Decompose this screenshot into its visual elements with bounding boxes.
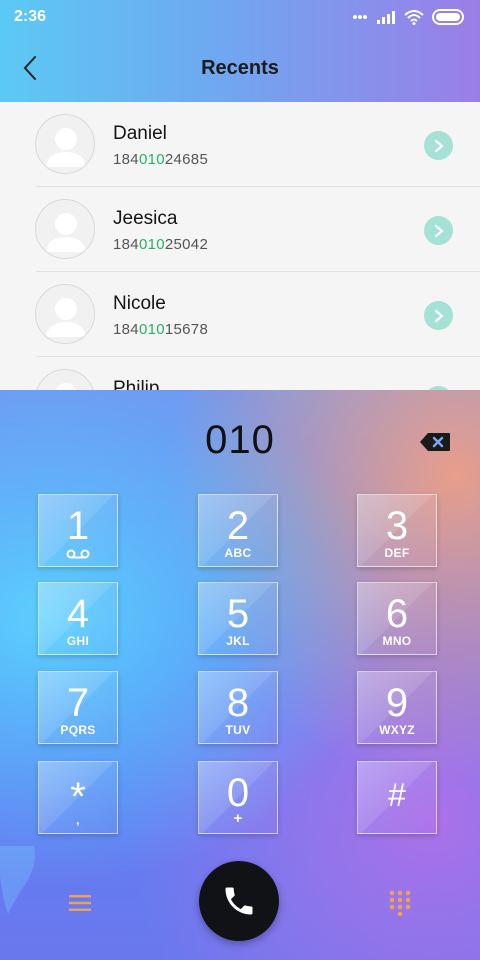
keypad: 1 2 ABC 3 DEF 4 GHI 5 JKL 6 MNO 7 PQRS 8… <box>0 490 480 846</box>
dialpad-toggle-button[interactable] <box>386 888 414 918</box>
key-7[interactable]: 7 PQRS <box>38 671 118 744</box>
recents-list[interactable]: Daniel 18401024685 Jeesica 18401025042 N… <box>0 102 480 390</box>
contact-name: Nicole <box>113 293 166 314</box>
key-9[interactable]: 9 WXYZ <box>357 671 437 744</box>
avatar <box>35 369 95 390</box>
key-hash[interactable]: # <box>357 761 437 834</box>
avatar <box>35 284 95 344</box>
contact-detail-button[interactable] <box>424 216 453 245</box>
status-icons <box>352 9 466 25</box>
list-item[interactable]: Philip <box>0 357 480 390</box>
back-button[interactable] <box>14 52 46 84</box>
more-dots-icon <box>353 15 367 19</box>
contact-detail-button[interactable] <box>424 301 453 330</box>
list-item[interactable]: Daniel 18401024685 <box>0 102 480 187</box>
chevron-right-icon <box>434 224 444 237</box>
voicemail-icon <box>66 549 90 559</box>
signal-icon <box>377 11 395 24</box>
dialpad-icon <box>389 890 411 916</box>
chevron-left-icon <box>23 56 36 80</box>
key-5[interactable]: 5 JKL <box>198 582 278 655</box>
contact-number: 18401015678 <box>113 321 209 338</box>
status-bar: 2:36 <box>0 0 480 34</box>
key-3[interactable]: 3 DEF <box>357 494 437 567</box>
page-title: Recents <box>201 56 279 79</box>
key-4[interactable]: 4 GHI <box>38 582 118 655</box>
avatar <box>35 199 95 259</box>
contact-name: Daniel <box>113 123 167 144</box>
dialed-number: 010 <box>205 417 275 462</box>
key-6[interactable]: 6 MNO <box>357 582 437 655</box>
key-star[interactable]: * , <box>38 761 118 834</box>
call-button[interactable] <box>199 861 279 941</box>
menu-icon <box>69 895 91 911</box>
battery-icon <box>432 9 464 25</box>
header: Recents <box>0 34 480 102</box>
person-icon <box>46 298 86 337</box>
phone-icon <box>225 887 253 915</box>
key-2[interactable]: 2 ABC <box>198 494 278 567</box>
backspace-icon <box>420 433 450 451</box>
key-8[interactable]: 8 TUV <box>198 671 278 744</box>
contact-name: Jeesica <box>113 208 178 229</box>
bottom-bar <box>0 846 480 960</box>
drop-decoration <box>0 846 35 914</box>
contact-number: 18401024685 <box>113 151 209 168</box>
person-icon <box>46 213 86 252</box>
chevron-right-icon <box>434 139 444 152</box>
wifi-icon <box>404 9 424 25</box>
status-time: 2:36 <box>14 8 47 25</box>
avatar <box>35 114 95 174</box>
key-0[interactable]: 0 + <box>198 761 278 834</box>
person-icon <box>55 383 77 390</box>
contact-detail-button[interactable] <box>424 131 453 160</box>
menu-button[interactable] <box>66 890 94 916</box>
list-item[interactable]: Jeesica 18401025042 <box>0 187 480 272</box>
dial-display: 010 <box>0 390 480 490</box>
contact-name: Philip <box>113 378 160 390</box>
key-1[interactable]: 1 <box>38 494 118 567</box>
contact-number: 18401025042 <box>113 236 209 253</box>
person-icon <box>46 128 86 167</box>
chevron-right-icon <box>434 309 444 322</box>
backspace-button[interactable] <box>416 430 454 454</box>
list-item[interactable]: Nicole 18401015678 <box>0 272 480 357</box>
